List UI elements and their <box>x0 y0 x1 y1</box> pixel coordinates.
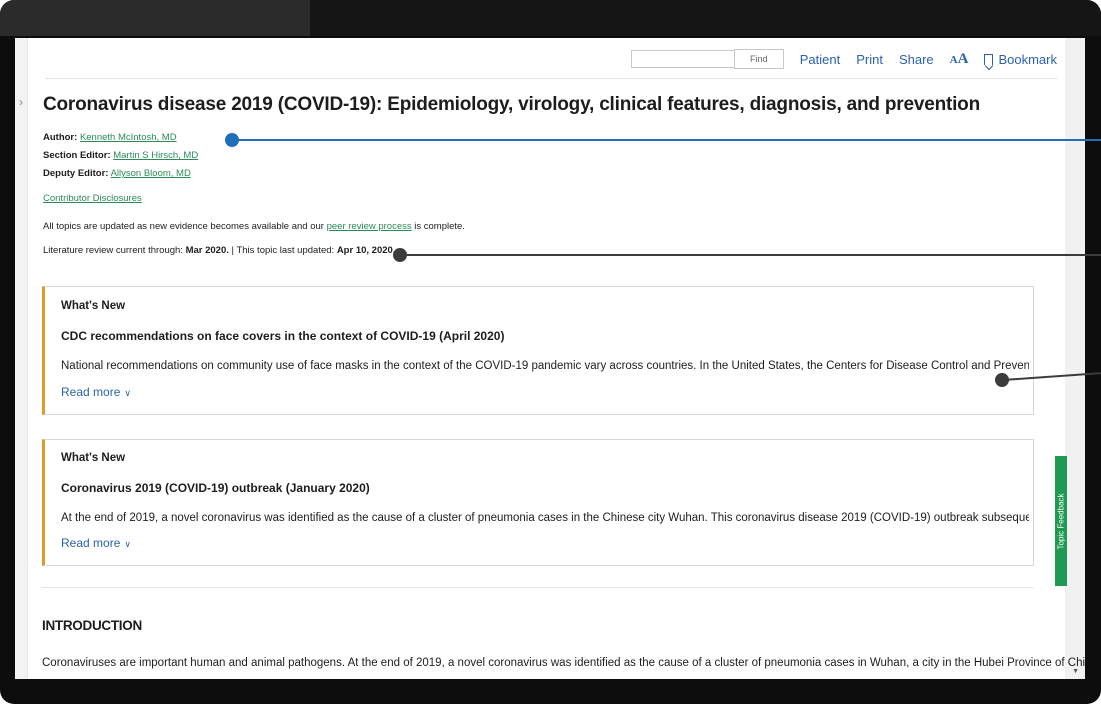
author-link[interactable]: Kenneth McIntosh, MD <box>80 132 177 143</box>
literature-review-date: Mar 2020. <box>185 245 229 256</box>
callout-line-review-date <box>402 254 1101 256</box>
section-divider <box>42 587 1033 588</box>
callout-dot-review-date <box>393 248 407 262</box>
deputy-editor-line: Deputy Editor: Allyson Bloom, MD <box>43 168 191 179</box>
read-more-link[interactable]: Read more ∨ <box>61 385 131 399</box>
whats-new-box: What's New CDC recommendations on face c… <box>42 286 1034 415</box>
topic-feedback-tab[interactable]: Topic Feedback <box>1055 456 1067 586</box>
chevron-down-icon: ∨ <box>124 388 131 398</box>
sidebar-toggle-chevron-icon[interactable]: › <box>16 96 26 108</box>
font-size-icon[interactable]: AA <box>950 51 969 68</box>
callout-dot-whats-new <box>995 373 1009 387</box>
bookmark-link[interactable]: Bookmark <box>984 52 1057 67</box>
device-frame: › ▼ Find Patient Print Share AA Bookmark… <box>0 0 1101 704</box>
patient-link[interactable]: Patient <box>800 52 840 67</box>
whats-new-heading: What's New <box>61 452 126 464</box>
share-link[interactable]: Share <box>899 52 934 67</box>
whats-new-heading: What's New <box>61 300 126 312</box>
review-note: All topics are updated as new evidence b… <box>43 221 465 232</box>
device-bezel <box>310 0 1101 36</box>
introduction-heading: INTRODUCTION <box>42 618 142 633</box>
contributor-disclosures-link[interactable]: Contributor Disclosures <box>43 193 142 204</box>
author-label: Author: <box>43 132 78 143</box>
deputy-editor-link[interactable]: Allyson Bloom, MD <box>111 168 191 179</box>
left-gutter <box>15 38 28 679</box>
topic-feedback-label: Topic Feedback <box>1056 492 1066 550</box>
author-line: Author: Kenneth McIntosh, MD <box>43 132 177 143</box>
section-editor-link[interactable]: Martin S Hirsch, MD <box>113 150 198 161</box>
contributor-disclosures-line: Contributor Disclosures <box>43 193 142 204</box>
introduction-body: Coronaviruses are important human and an… <box>42 657 1085 669</box>
whats-new-subtitle: Coronavirus 2019 (COVID-19) outbreak (Ja… <box>61 481 370 495</box>
literature-review-line: Literature review current through: Mar 2… <box>43 245 396 256</box>
find-input[interactable] <box>630 50 734 68</box>
scroll-down-arrow-icon[interactable]: ▼ <box>1072 668 1079 675</box>
read-more-link[interactable]: Read more ∨ <box>61 536 131 550</box>
bookmark-label: Bookmark <box>998 51 1057 67</box>
whats-new-body: National recommendations on community us… <box>61 360 1029 372</box>
peer-review-link[interactable]: peer review process <box>327 221 412 232</box>
callout-line-authors <box>232 139 1101 141</box>
screen: › ▼ Find Patient Print Share AA Bookmark… <box>15 38 1085 679</box>
callout-dot-authors <box>225 133 239 147</box>
topic-toolbar: Find Patient Print Share AA Bookmark <box>45 46 1057 79</box>
last-updated-date: Apr 10, 2020. <box>336 245 396 256</box>
whats-new-box: What's New Coronavirus 2019 (COVID-19) o… <box>42 439 1034 566</box>
topic-title: Coronavirus disease 2019 (COVID-19): Epi… <box>43 94 980 115</box>
section-editor-label: Section Editor: <box>43 150 111 161</box>
deputy-editor-label: Deputy Editor: <box>43 168 109 179</box>
scrollbar-track[interactable] <box>1065 38 1085 679</box>
whats-new-subtitle: CDC recommendations on face covers in th… <box>61 329 505 343</box>
device-bezel-highlight <box>0 0 330 36</box>
chevron-down-icon: ∨ <box>124 539 131 549</box>
find-button[interactable]: Find <box>733 49 784 69</box>
whats-new-body: At the end of 2019, a novel coronavirus … <box>61 512 1029 524</box>
bookmark-icon <box>984 53 994 65</box>
print-link[interactable]: Print <box>856 52 883 67</box>
section-editor-line: Section Editor: Martin S Hirsch, MD <box>43 150 198 161</box>
